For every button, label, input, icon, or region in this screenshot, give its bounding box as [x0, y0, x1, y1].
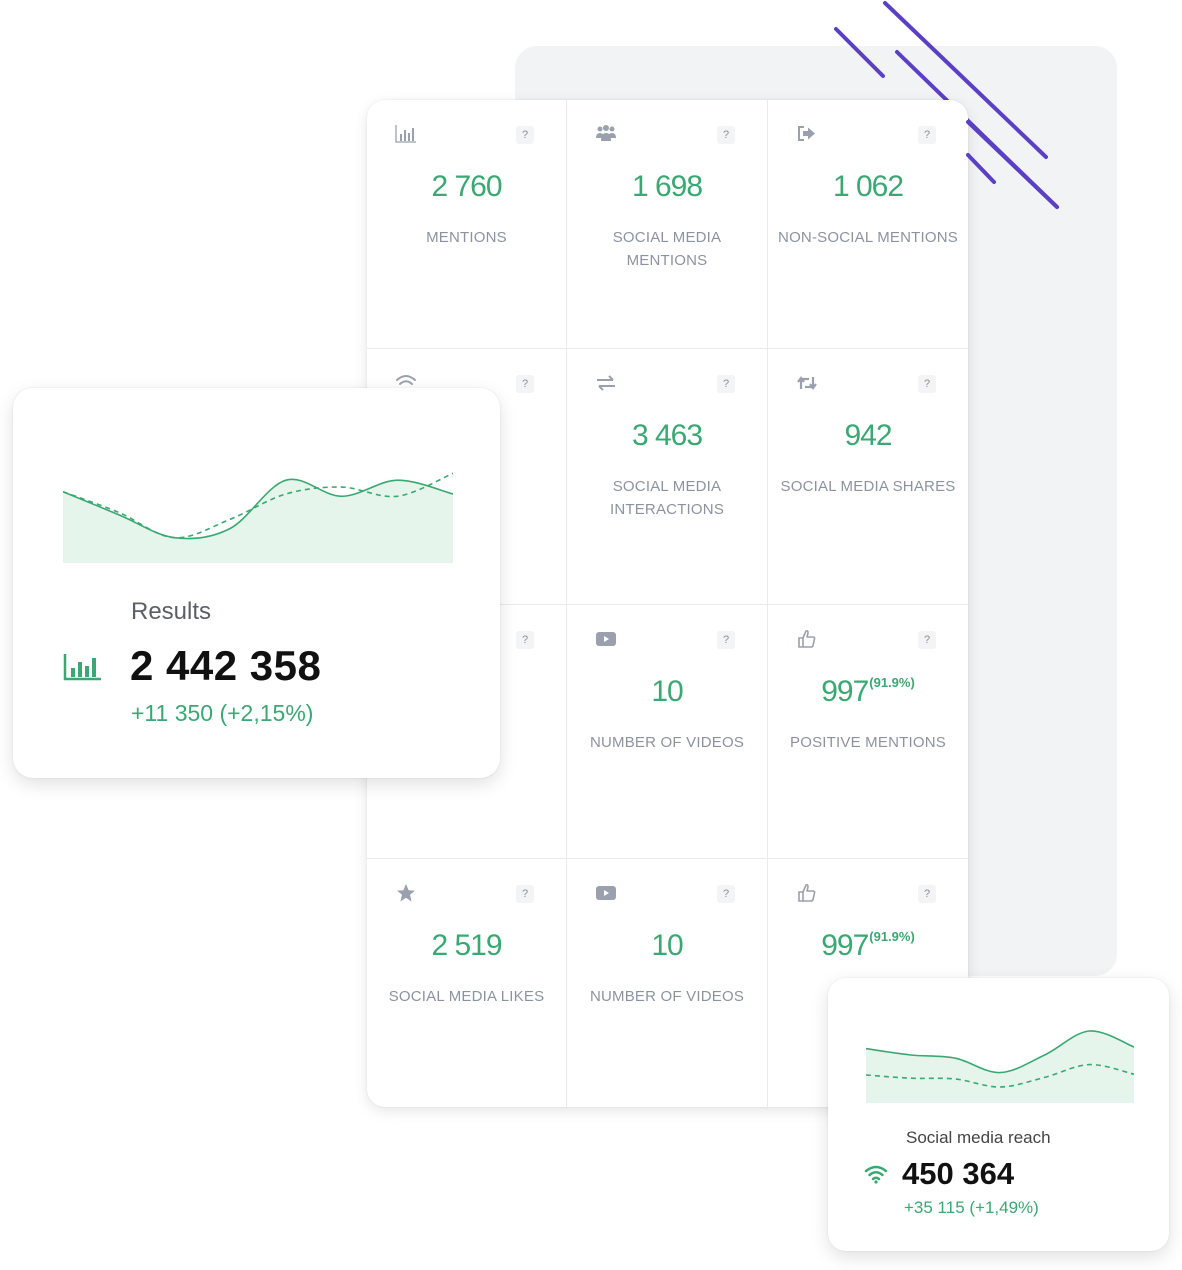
reach-title: Social media reach — [906, 1128, 1051, 1147]
reach-chart — [866, 1023, 1134, 1103]
users-icon — [595, 124, 617, 144]
results-chart — [63, 448, 453, 563]
metric-cell[interactable]: ? 1 062 NON-SOCIAL MENTIONS — [768, 100, 968, 349]
metric-value: 997(91.9%) — [821, 675, 915, 708]
results-card[interactable]: Results 2 442 358 +11 350 (+2,15%) — [13, 388, 500, 778]
metric-label-social-media-shares: SOCIAL MEDIA SHARES — [780, 478, 956, 495]
metric-percentage: (91.9%) — [869, 929, 915, 944]
help-button[interactable]: ? — [516, 885, 534, 903]
metric-label-mentions: MENTIONS — [426, 229, 507, 246]
metric-value: 10 — [651, 929, 683, 962]
video-icon — [595, 883, 617, 903]
metric-value: 942 — [844, 419, 892, 452]
results-value: 2 442 358 — [130, 642, 322, 689]
star-icon — [395, 883, 417, 903]
metric-value: 1 698 — [631, 170, 703, 203]
metric-label-number-of-videos: NUMBER OF VIDEOS — [589, 734, 745, 751]
metric-label-number-of-videos: NUMBER OF VIDEOS — [589, 988, 745, 1005]
metric-value: 1 062 — [832, 170, 904, 203]
metric-label-non-social-mentions: NON-SOCIAL MENTIONS — [778, 229, 958, 246]
metric-label-positive-mentions: POSITIVE MENTIONS — [790, 734, 946, 751]
help-button[interactable]: ? — [717, 631, 735, 649]
retweet-icon — [796, 373, 818, 393]
social-media-reach-card[interactable]: Social media reach 450 364 +35 115 (+1,4… — [828, 978, 1169, 1251]
thumbs-up-icon — [796, 629, 818, 649]
chart-area — [866, 1030, 1134, 1103]
help-button[interactable]: ? — [516, 126, 534, 144]
help-button[interactable]: ? — [918, 885, 936, 903]
bar-chart-icon — [395, 124, 417, 144]
help-button[interactable]: ? — [918, 375, 936, 393]
help-button[interactable]: ? — [918, 126, 936, 144]
metric-value: 2 519 — [431, 929, 502, 962]
metric-label-social-media-likes: SOCIAL MEDIA LIKES — [388, 988, 545, 1005]
metric-label-social-media-mentions: SOCIAL MEDIA MENTIONS — [612, 229, 722, 269]
help-button[interactable]: ? — [516, 631, 534, 649]
help-button[interactable]: ? — [717, 126, 735, 144]
video-icon — [595, 629, 617, 649]
metric-cell[interactable]: ? 1 698 SOCIAL MEDIA MENTIONS — [567, 100, 768, 349]
help-button[interactable]: ? — [918, 631, 936, 649]
help-button[interactable]: ? — [516, 375, 534, 393]
metric-cell[interactable]: ? 942 SOCIAL MEDIA SHARES — [768, 349, 968, 605]
metric-value: 2 760 — [431, 170, 502, 203]
results-delta: +11 350 (+2,15%) — [131, 700, 314, 726]
wifi-icon — [864, 1164, 888, 1184]
metric-value: 997(91.9%) — [821, 929, 915, 962]
metric-cell[interactable]: ? 997(91.9%) POSITIVE MENTIONS — [768, 605, 968, 859]
metric-cell[interactable]: ? 10 NUMBER OF VIDEOS — [567, 605, 768, 859]
help-button[interactable]: ? — [717, 375, 735, 393]
metric-label-social-media-interactions: SOCIAL MEDIA INTERACTIONS — [609, 478, 725, 518]
thumbs-up-icon — [796, 883, 818, 903]
bar-chart-icon — [63, 652, 103, 682]
metric-cell[interactable]: ? 3 463 SOCIAL MEDIA INTERACTIONS — [567, 349, 768, 605]
metric-cell[interactable]: ? 2 519 SOCIAL MEDIA LIKES — [367, 859, 567, 1107]
metric-value: 3 463 — [631, 419, 703, 452]
metric-cell[interactable]: ? 2 760 MENTIONS — [367, 100, 567, 349]
help-button[interactable]: ? — [717, 885, 735, 903]
metric-value: 10 — [651, 675, 683, 708]
metric-cell[interactable]: ? 10 NUMBER OF VIDEOS — [567, 859, 768, 1107]
reach-value: 450 364 — [902, 1156, 1015, 1191]
results-title: Results — [131, 598, 212, 625]
sign-out-icon — [796, 124, 818, 144]
chart-area — [63, 479, 453, 563]
reach-delta: +35 115 (+1,49%) — [904, 1198, 1039, 1217]
metric-percentage: (91.9%) — [869, 675, 915, 690]
exchange-icon — [595, 373, 617, 393]
